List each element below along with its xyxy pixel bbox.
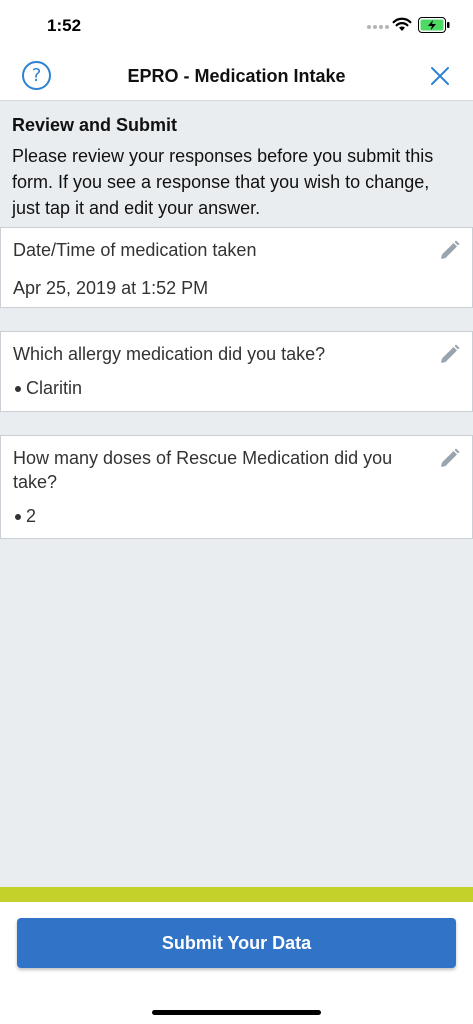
answer-item: 2 bbox=[13, 504, 422, 528]
response-card-allergy-medication[interactable]: Which allergy medication did you take? C… bbox=[0, 331, 473, 412]
pencil-icon[interactable] bbox=[439, 448, 460, 469]
question-label: Date/Time of medication taken bbox=[13, 240, 257, 260]
home-indicator-area bbox=[0, 984, 473, 1024]
close-icon[interactable] bbox=[429, 65, 451, 87]
review-intro: Review and Submit Please review your res… bbox=[0, 101, 473, 221]
submit-button[interactable]: Submit Your Data bbox=[17, 918, 456, 968]
signal-strength-icon bbox=[367, 25, 389, 29]
footer: Submit Your Data bbox=[0, 902, 473, 984]
review-screen: 1:52 ? EPRO - Medication Intake Review a… bbox=[0, 0, 473, 1024]
page-title: EPRO - Medication Intake bbox=[127, 66, 346, 86]
question-label: How many doses of Rescue Medication did … bbox=[13, 448, 393, 492]
answer-value: Apr 25, 2019 at 1:52 PM bbox=[13, 278, 209, 298]
pencil-icon[interactable] bbox=[439, 240, 460, 261]
instructions-text: Please review your responses before you … bbox=[12, 146, 434, 218]
answer-list: 2 bbox=[13, 504, 422, 528]
response-card-rescue-doses[interactable]: How many doses of Rescue Medication did … bbox=[0, 435, 473, 539]
pencil-icon[interactable] bbox=[439, 344, 460, 365]
answer-item: Claritin bbox=[13, 376, 422, 400]
question-label: Which allergy medication did you take? bbox=[13, 344, 326, 364]
battery-charging-icon bbox=[418, 17, 450, 33]
answer-list: Claritin bbox=[13, 376, 422, 400]
status-bar: 1:52 bbox=[0, 0, 473, 52]
accent-divider bbox=[0, 887, 473, 902]
response-card-datetime[interactable]: Date/Time of medication taken Apr 25, 20… bbox=[0, 227, 473, 308]
status-time: 1:52 bbox=[47, 16, 82, 35]
home-indicator[interactable] bbox=[152, 1010, 321, 1015]
wifi-icon bbox=[392, 17, 412, 31]
navigation-header: ? EPRO - Medication Intake bbox=[0, 52, 473, 101]
section-title: Review and Submit bbox=[12, 115, 178, 135]
